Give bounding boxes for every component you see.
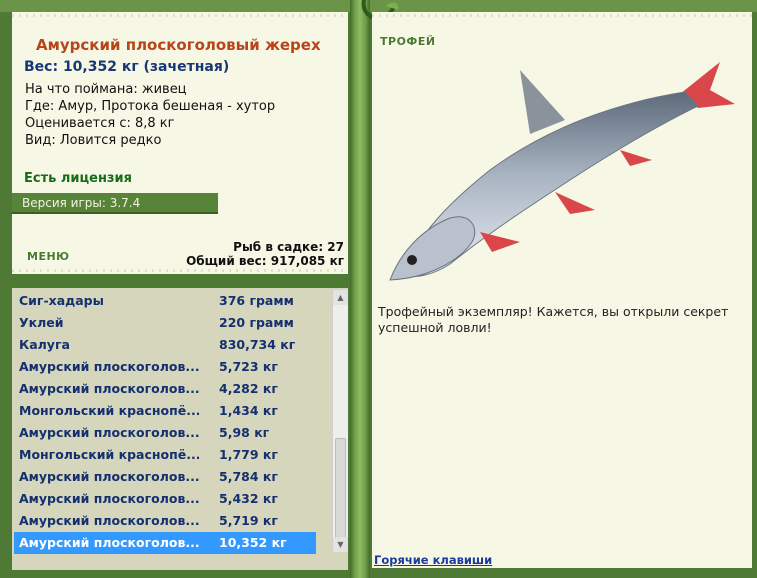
fish-weight: 5,432 кг [219,491,278,506]
catch-info-panel: Амурский плоскоголовый жерех Вес: 10,352… [12,12,348,274]
scroll-up-icon[interactable]: ▲ [333,290,348,305]
decor-dots [12,14,348,17]
decor-dots [372,14,752,17]
decor-dots [12,269,348,272]
total-weight: Общий вес: 917,085 кг [186,254,344,268]
fish-name: Амурский плоскоголов... [19,513,199,528]
list-item[interactable]: Уклей 220 грамм [14,312,316,334]
menu-button[interactable]: МЕНЮ [27,250,70,263]
fish-weight: 5,784 кг [219,469,278,484]
fish-weight: 5,723 кг [219,359,278,374]
fish-weight: 376 грамм [219,293,294,308]
fish-weight: 1,434 кг [219,403,278,418]
fish-weight: 4,282 кг [219,381,278,396]
trophy-panel: ТРОФЕЙ Трофейный экземпляр! Кажется, вы … [372,12,752,568]
list-item[interactable]: Амурский плоскоголов... 10,352 кг [14,532,316,554]
list-item[interactable]: Монгольский краснопё... 1,434 кг [14,400,316,422]
game-version: Версия игры: 3.7.4 [12,193,218,214]
list-item[interactable]: Амурский плоскоголов... 5,719 кг [14,510,316,532]
list-item[interactable]: Калуга 830,734 кг [14,334,316,356]
fish-name: Амурский плоскоголов... [19,469,199,484]
list-item[interactable]: Амурский плоскоголов... 5,784 кг [14,466,316,488]
panel-divider [350,0,370,578]
fish-name: Монгольский краснопё... [19,447,199,462]
fish-name: Калуга [19,337,70,352]
fish-weight: 1,779 кг [219,447,278,462]
fish-name: Сиг-хадары [19,293,104,308]
list-item[interactable]: Амурский плоскоголов... 5,98 кг [14,422,316,444]
catch-fish-name: Амурский плоскоголовый жерех [36,36,321,54]
fish-name: Амурский плоскоголов... [19,425,199,440]
scroll-down-icon[interactable]: ▼ [333,537,348,552]
hotkeys-link[interactable]: Горячие клавиши [374,553,492,567]
catch-bait: На что поймана: живец [25,82,187,97]
fish-name: Амурский плоскоголов... [19,359,199,374]
catch-location: Где: Амур, Протока бешеная - хутор [25,99,276,114]
list-item[interactable]: Монгольский краснопё... 1,779 кг [14,444,316,466]
list-scrollbar[interactable]: ▲ ▼ [332,290,348,552]
fish-name: Уклей [19,315,64,330]
fish-weight: 220 грамм [219,315,294,330]
list-item[interactable]: Амурский плоскоголов... 5,723 кг [14,356,316,378]
fish-name: Амурский плоскоголов... [19,381,199,396]
fish-name: Амурский плоскоголов... [19,535,199,550]
fish-list[interactable]: Сиг-хадары 376 грамм Уклей 220 грамм Калуга 8… [14,290,316,554]
list-item[interactable]: Амурский плоскоголов... 4,282 кг [14,378,316,400]
catch-weight: Вес: 10,352 кг (зачетная) [24,59,230,75]
catch-value: Оценивается с: 8,8 кг [25,116,175,131]
fish-name: Монгольский краснопё... [19,403,199,418]
license-status: Есть лицензия [24,171,132,186]
fish-name: Амурский плоскоголов... [19,491,199,506]
fish-count: Рыб в садке: 27 [233,240,344,254]
fish-weight: 5,719 кг [219,513,278,528]
fish-list-panel: Сиг-хадары 376 грамм Уклей 220 грамм Калуга 8… [12,288,348,570]
keepnet-stats: Рыб в садке: 27 Общий вес: 917,085 кг [186,240,344,268]
fish-image-icon [389,62,735,281]
frame-separator [12,274,348,288]
trophy-message: Трофейный экземпляр! Кажется, вы открыли… [378,304,729,335]
list-item[interactable]: Амурский плоскоголов... 5,432 кг [14,488,316,510]
fish-weight: 5,98 кг [219,425,270,440]
fish-weight: 10,352 кг [219,535,287,550]
list-item[interactable]: Сиг-хадары 376 грамм [14,290,316,312]
scroll-thumb[interactable] [335,438,346,548]
fish-weight: 830,734 кг [219,337,296,352]
catch-kind: Вид: Ловится редко [25,133,162,148]
